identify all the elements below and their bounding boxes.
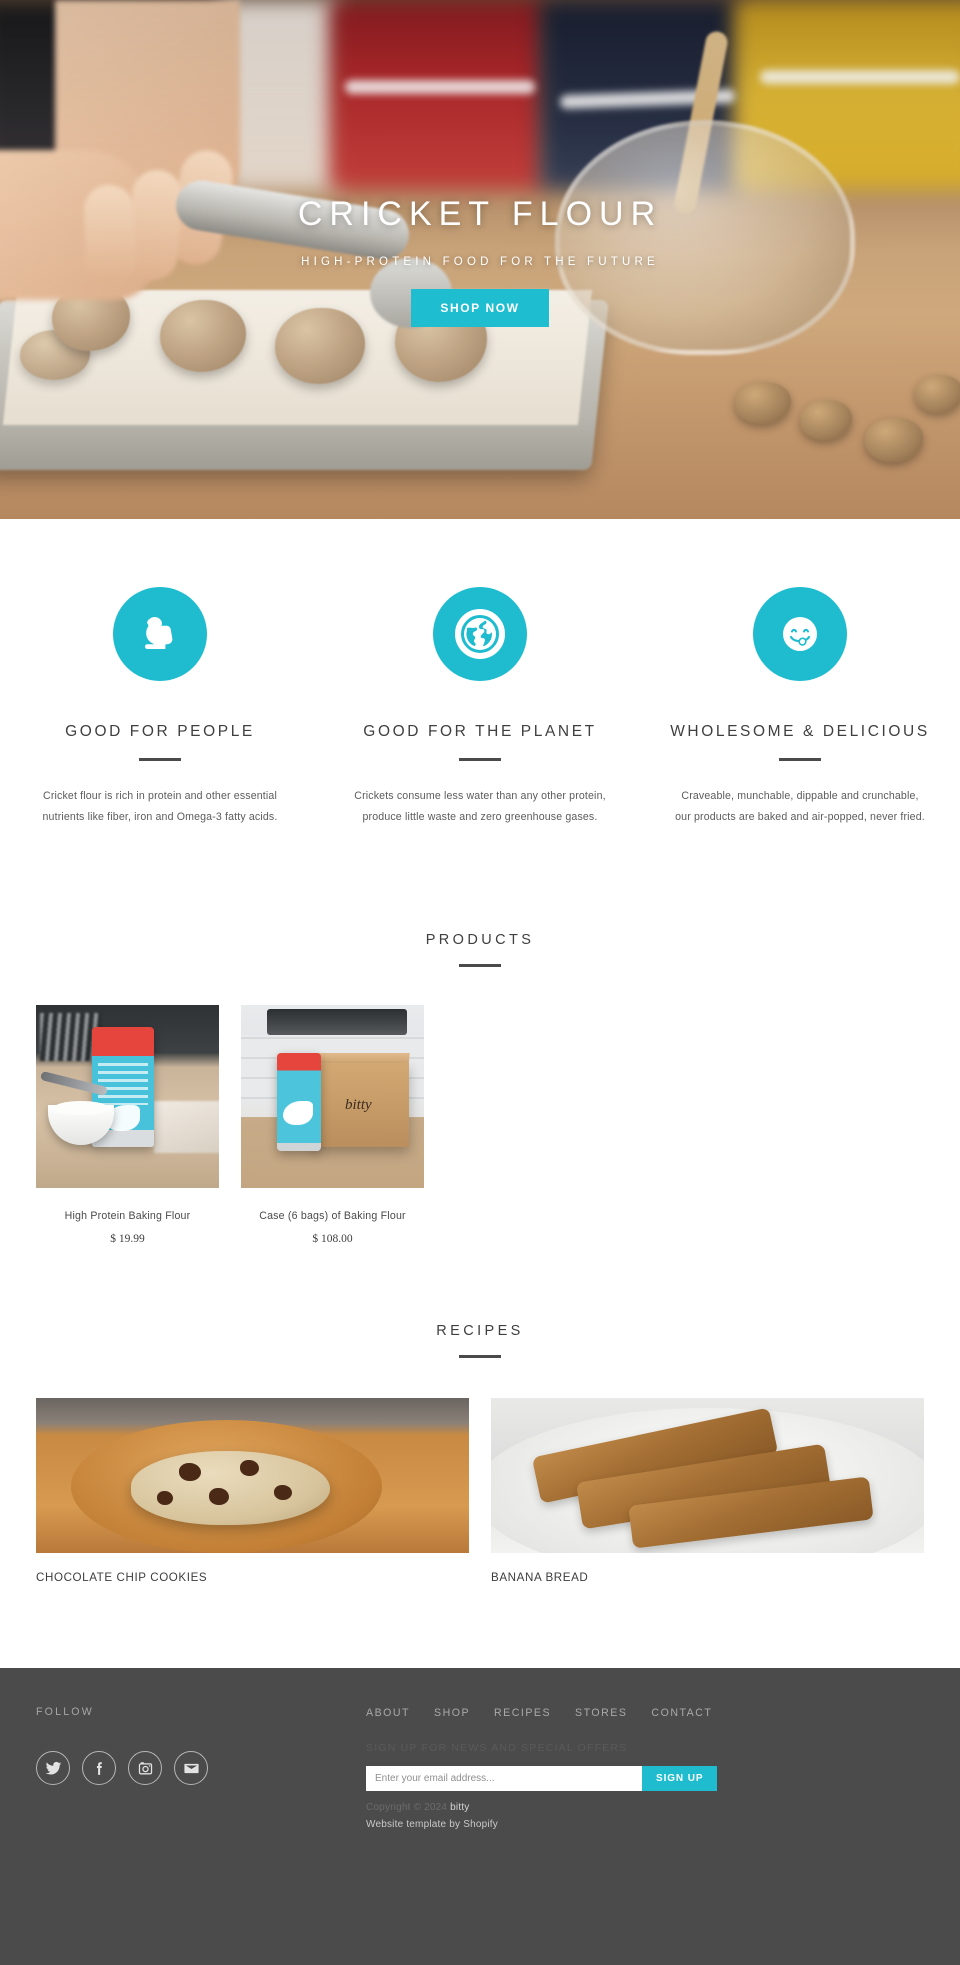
divider-rule bbox=[779, 758, 821, 761]
product-price: $ 108.00 bbox=[312, 1233, 353, 1246]
products-grid: High Protein Baking Flour $ 19.99 bitty … bbox=[0, 967, 960, 1245]
feature-text: Cricket flour is rich in protein and oth… bbox=[42, 790, 278, 824]
facebook-icon[interactable] bbox=[82, 1751, 116, 1786]
products-heading: PRODUCTS bbox=[425, 932, 535, 949]
globe-icon bbox=[433, 587, 527, 681]
bitty-logo-on-box: bitty bbox=[345, 1097, 372, 1114]
product-card[interactable]: bitty Case (6 bags) of Baking Flour $ 10… bbox=[241, 1005, 424, 1245]
footer-link-stores[interactable]: STORES bbox=[575, 1707, 627, 1719]
landing-page: CRICKET FLOUR HIGH-PROTEIN FOOD FOR THE … bbox=[0, 0, 960, 1965]
recipes-grid: CHOCOLATE CHIP COOKIES BANANA BREAD bbox=[0, 1358, 960, 1584]
brand-name: bitty bbox=[450, 1802, 470, 1814]
divider-rule bbox=[139, 758, 181, 761]
email-input[interactable] bbox=[366, 1766, 642, 1792]
product-name: High Protein Baking Flour bbox=[64, 1210, 191, 1223]
tongue-smiley-icon bbox=[753, 587, 847, 681]
feature-text: Crickets consume less water than any oth… bbox=[354, 790, 606, 824]
divider-rule bbox=[459, 758, 501, 761]
product-name: Case (6 bags) of Baking Flour bbox=[259, 1210, 406, 1223]
hero-title: CRICKET FLOUR bbox=[297, 195, 663, 233]
feature-wholesome-delicious: WHOLESOME & DELICIOUS Craveable, munchab… bbox=[640, 587, 960, 828]
recipes-section: RECIPES CHOCOLATE CHIP COOKIES BANANA BR… bbox=[0, 1245, 960, 1584]
recipes-heading: RECIPES bbox=[436, 1323, 524, 1340]
feature-text: Craveable, munchable, dippable and crunc… bbox=[675, 790, 925, 824]
copyright-text: Copyright © 2024 bitty bbox=[366, 1802, 924, 1813]
instagram-icon[interactable] bbox=[128, 1751, 162, 1786]
email-icon[interactable] bbox=[174, 1751, 208, 1786]
feature-good-for-the-planet: GOOD FOR THE PLANET Crickets consume les… bbox=[320, 587, 640, 828]
feature-title: GOOD FOR PEOPLE bbox=[65, 723, 255, 740]
newsletter-label: SIGN UP FOR NEWS AND SPECIAL OFFERS bbox=[366, 1742, 628, 1755]
features-section: GOOD FOR PEOPLE Cricket flour is rich in… bbox=[0, 519, 960, 885]
copyright-year: Copyright © 2024 bbox=[366, 1802, 448, 1814]
product-image[interactable]: bitty bbox=[241, 1005, 424, 1189]
footer-nav: ABOUT SHOP RECIPES STORES CONTACT bbox=[366, 1707, 924, 1719]
recipe-card[interactable]: BANANA BREAD bbox=[491, 1398, 924, 1584]
product-price: $ 19.99 bbox=[110, 1233, 145, 1246]
follow-label: FOLLOW bbox=[36, 1706, 94, 1719]
feature-good-for-people: GOOD FOR PEOPLE Cricket flour is rich in… bbox=[0, 587, 320, 828]
template-credit: Website template by Shopify bbox=[366, 1819, 498, 1831]
footer-link-shop[interactable]: SHOP bbox=[434, 1707, 470, 1719]
recipe-name: BANANA BREAD bbox=[491, 1571, 589, 1585]
footer-follow-column: FOLLOW bbox=[36, 1706, 366, 1935]
footer-link-contact[interactable]: CONTACT bbox=[651, 1707, 712, 1719]
recipe-name: CHOCOLATE CHIP COOKIES bbox=[36, 1571, 208, 1585]
recipe-image[interactable] bbox=[491, 1398, 924, 1554]
twitter-icon[interactable] bbox=[36, 1751, 70, 1786]
footer-link-about[interactable]: ABOUT bbox=[366, 1707, 410, 1719]
social-links bbox=[36, 1751, 366, 1786]
sign-up-button[interactable]: SIGN UP bbox=[642, 1766, 718, 1792]
feature-title: WHOLESOME & DELICIOUS bbox=[670, 723, 930, 740]
muscle-arm-icon bbox=[113, 587, 207, 681]
newsletter-form: SIGN UP bbox=[366, 1766, 924, 1792]
footer-right-column: ABOUT SHOP RECIPES STORES CONTACT SIGN U… bbox=[366, 1706, 924, 1935]
product-image[interactable] bbox=[36, 1005, 219, 1189]
shop-now-button[interactable]: SHOP NOW bbox=[411, 289, 549, 328]
hero-section: CRICKET FLOUR HIGH-PROTEIN FOOD FOR THE … bbox=[0, 0, 960, 519]
site-footer: FOLLOW ABOUT SHOP RECIPES STORES CONTACT… bbox=[0, 1668, 960, 1965]
recipe-image[interactable] bbox=[36, 1398, 469, 1554]
recipe-card[interactable]: CHOCOLATE CHIP COOKIES bbox=[36, 1398, 469, 1584]
feature-title: GOOD FOR THE PLANET bbox=[363, 723, 597, 740]
footer-link-recipes[interactable]: RECIPES bbox=[494, 1707, 551, 1719]
product-card[interactable]: High Protein Baking Flour $ 19.99 bbox=[36, 1005, 219, 1245]
hero-subtitle: HIGH-PROTEIN FOOD FOR THE FUTURE bbox=[301, 256, 659, 269]
products-section: PRODUCTS High Protein Baking Flour $ 19.… bbox=[0, 884, 960, 1245]
